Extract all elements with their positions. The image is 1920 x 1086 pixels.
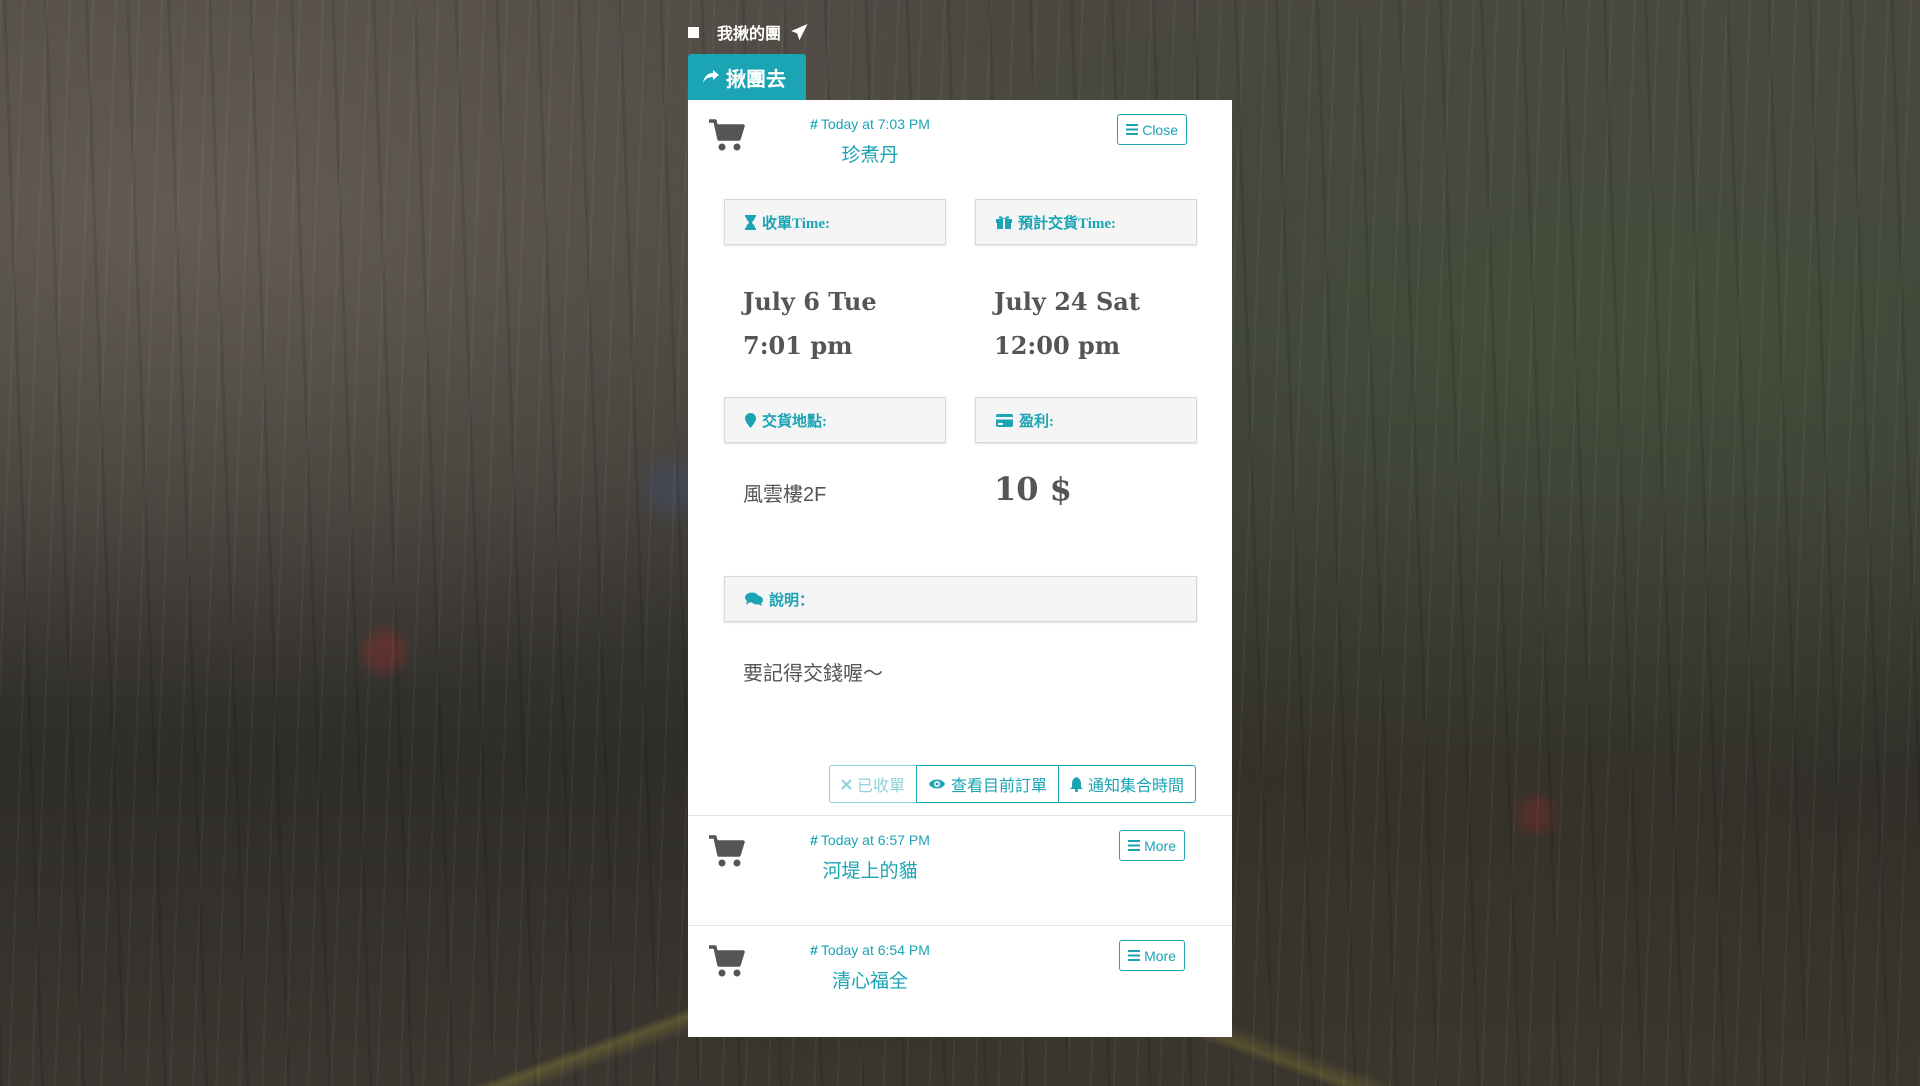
note-label: 說明： bbox=[769, 591, 815, 609]
location-value: 風雲樓2F bbox=[743, 484, 827, 506]
notify-button[interactable]: 通知集合時間 bbox=[1057, 765, 1196, 803]
group-name: 清心福全 bbox=[831, 971, 908, 992]
notify-label: 通知集合時間 bbox=[1087, 778, 1184, 795]
cart-icon bbox=[708, 834, 748, 870]
cart-icon bbox=[708, 118, 748, 154]
delivery-time-label: 預計交貨Time: bbox=[1018, 215, 1117, 232]
close-time-header: 收單Time: bbox=[724, 199, 946, 245]
group-timestamp: # Today at 6:57 PM bbox=[810, 832, 930, 848]
eye-icon bbox=[928, 778, 946, 790]
group-timestamp: # Today at 6:54 PM bbox=[810, 942, 930, 958]
close-label: Close bbox=[1142, 121, 1178, 138]
note-header: 說明： bbox=[724, 576, 1197, 622]
profit-label: 盈利: bbox=[1019, 413, 1054, 430]
view-orders-button[interactable]: 查看目前訂單 bbox=[915, 765, 1059, 803]
group-card: # Today at 7:03 PM 珍煮丹 Close 收單Time: 預計交貨… bbox=[688, 100, 1232, 816]
close-time-label: 收單Time: bbox=[762, 215, 831, 232]
menu-icon bbox=[1126, 124, 1139, 135]
group-name: 珍煮丹 bbox=[841, 145, 899, 166]
close-x-icon bbox=[841, 778, 852, 790]
gift-icon bbox=[996, 215, 1012, 229]
menu-icon bbox=[1128, 840, 1141, 851]
group-timestamp: # Today at 7:03 PM bbox=[810, 116, 930, 132]
profit-header: 盈利: bbox=[975, 397, 1197, 443]
bell-icon bbox=[1069, 776, 1083, 792]
view-orders-label: 查看目前訂單 bbox=[950, 778, 1047, 795]
hourglass-icon bbox=[745, 214, 756, 230]
paper-plane-icon bbox=[791, 24, 808, 40]
profit-value: 10 $ bbox=[994, 470, 1072, 508]
nav-title[interactable]: 我揪的團 bbox=[717, 20, 781, 44]
go-group-label: 揪團去 bbox=[726, 68, 786, 91]
group-name: 河堤上的貓 bbox=[822, 861, 918, 882]
top-nav[interactable]: 我揪的團 bbox=[688, 20, 808, 44]
close-clock: 7:01 pm bbox=[743, 331, 853, 360]
note-value: 要記得交錢喔～ bbox=[743, 663, 883, 685]
more-button[interactable]: More bbox=[1119, 940, 1185, 971]
location-header: 交貨地點: bbox=[724, 397, 946, 443]
timestamp-text: Today at 6:57 PM bbox=[820, 832, 930, 848]
menu-icon bbox=[1128, 950, 1141, 961]
delivery-clock: 12:00 pm bbox=[994, 331, 1121, 360]
group-list-panel: # Today at 7:03 PM 珍煮丹 Close 收單Time: 預計交貨… bbox=[688, 100, 1232, 1037]
action-button-group: 已收單 查看目前訂單 通知集合時間 bbox=[828, 765, 1196, 803]
timestamp-text: Today at 7:03 PM bbox=[820, 116, 930, 132]
more-button[interactable]: More bbox=[1119, 830, 1185, 861]
close-button[interactable]: Close bbox=[1117, 114, 1187, 145]
more-label: More bbox=[1144, 837, 1176, 854]
group-card: # Today at 6:57 PM 河堤上的貓 More bbox=[688, 816, 1232, 926]
closed-button[interactable]: 已收單 bbox=[828, 765, 917, 803]
square-icon bbox=[688, 26, 699, 38]
cart-icon bbox=[708, 944, 748, 980]
credit-card-icon bbox=[996, 413, 1013, 427]
map-marker-icon bbox=[745, 412, 756, 428]
go-group-button[interactable]: 揪團去 bbox=[688, 54, 806, 100]
timestamp-text: Today at 6:54 PM bbox=[820, 942, 930, 958]
more-label: More bbox=[1144, 947, 1176, 964]
delivery-time-header: 預計交貨Time: bbox=[975, 199, 1197, 245]
comments-icon bbox=[745, 592, 763, 606]
share-arrow-icon bbox=[702, 69, 720, 85]
group-card: # Today at 6:54 PM 清心福全 More bbox=[688, 926, 1232, 1036]
delivery-date: July 24 Sat bbox=[994, 287, 1140, 316]
location-label: 交貨地點: bbox=[762, 413, 827, 430]
closed-label: 已收單 bbox=[856, 778, 905, 795]
close-date: July 6 Tue bbox=[743, 287, 877, 316]
